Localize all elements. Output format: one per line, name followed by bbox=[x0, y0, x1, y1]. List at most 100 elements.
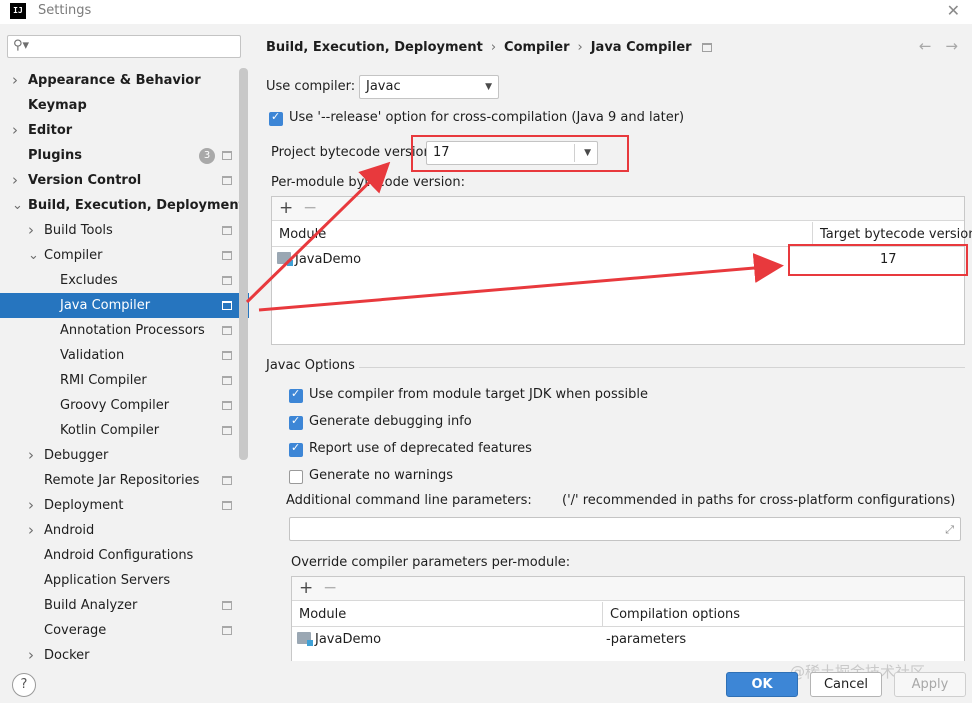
sidebar-item[interactable]: Android Configurations bbox=[0, 543, 249, 568]
close-icon[interactable]: ✕ bbox=[947, 1, 960, 20]
column-header-options[interactable]: Compilation options bbox=[602, 602, 964, 627]
breadcrumb: Build, Execution, Deployment › Compiler › Ja… bbox=[266, 40, 712, 55]
table-toolbar: + − bbox=[272, 197, 964, 221]
sidebar-item-label: Keymap bbox=[28, 98, 87, 113]
remove-icon[interactable]: − bbox=[323, 577, 337, 599]
javac-option-checkbox[interactable] bbox=[289, 470, 303, 484]
project-scope-icon bbox=[222, 326, 232, 335]
override-label: Override compiler parameters per-module: bbox=[291, 555, 571, 570]
sidebar-item[interactable]: › Editor bbox=[0, 118, 249, 143]
sidebar-item[interactable]: Build Analyzer bbox=[0, 593, 249, 618]
release-option-label: Use '--release' option for cross-compila… bbox=[289, 110, 685, 125]
sidebar-item-label: Android Configurations bbox=[44, 548, 194, 563]
settings-tree: › Appearance & Behavior Keymap › Editor Plugi… bbox=[0, 68, 249, 668]
javac-option-checkbox[interactable] bbox=[289, 441, 303, 457]
chevron-down-icon[interactable]: ⌄ bbox=[28, 243, 39, 268]
dialog-buttons-bar: ? @稀土掘金技术社区 OK Cancel Apply bbox=[0, 661, 972, 703]
sidebar-item[interactable]: › Debugger bbox=[0, 443, 249, 468]
javac-options-title: Javac Options bbox=[266, 358, 355, 373]
sidebar-item-label: Java Compiler bbox=[60, 298, 151, 313]
sidebar-item[interactable]: Plugins 3 bbox=[0, 143, 249, 168]
additional-params-input[interactable]: ⤢ bbox=[289, 517, 961, 541]
sidebar-item[interactable]: Kotlin Compiler bbox=[0, 418, 249, 443]
sidebar-item[interactable]: Application Servers bbox=[0, 568, 249, 593]
sidebar-item[interactable]: › Appearance & Behavior bbox=[0, 68, 249, 93]
column-header-module[interactable]: Module bbox=[292, 602, 602, 627]
table-toolbar: + − bbox=[292, 577, 964, 601]
project-scope-icon bbox=[222, 276, 232, 285]
chevron-right-icon[interactable]: › bbox=[12, 68, 18, 93]
search-input[interactable]: ⚲▾ bbox=[7, 35, 241, 58]
section-divider bbox=[359, 367, 965, 368]
chevron-right-icon[interactable]: › bbox=[28, 443, 34, 468]
module-name: JavaDemo bbox=[295, 252, 362, 267]
sidebar-item-label: Groovy Compiler bbox=[60, 398, 170, 413]
sidebar-item-label: Build, Execution, Deployment bbox=[28, 198, 245, 213]
chevron-down-icon[interactable]: ⌄ bbox=[12, 193, 23, 218]
chevron-right-icon[interactable]: › bbox=[28, 493, 34, 518]
ok-button[interactable]: OK bbox=[726, 672, 798, 697]
sidebar-item-label: Kotlin Compiler bbox=[60, 423, 160, 438]
cancel-button[interactable]: Cancel bbox=[810, 672, 882, 697]
settings-sidebar: ⚲▾ › Appearance & Behavior Keymap › Editor Pl… bbox=[0, 24, 249, 664]
project-scope-icon bbox=[222, 501, 232, 510]
sidebar-item[interactable]: RMI Compiler bbox=[0, 368, 249, 393]
project-scope-icon bbox=[222, 351, 232, 360]
release-option-checkbox[interactable] bbox=[269, 110, 283, 126]
add-icon[interactable]: + bbox=[279, 197, 293, 219]
help-button[interactable]: ? bbox=[12, 673, 36, 697]
sidebar-item-label: Validation bbox=[60, 348, 125, 363]
apply-button[interactable]: Apply bbox=[894, 672, 966, 697]
remove-icon[interactable]: − bbox=[303, 197, 317, 219]
sidebar-item[interactable]: › Build Tools bbox=[0, 218, 249, 243]
project-scope-icon bbox=[222, 251, 232, 260]
breadcrumb-separator-icon: › bbox=[490, 40, 497, 55]
expand-icon[interactable]: ⤢ bbox=[945, 523, 954, 537]
sidebar-item[interactable]: Excludes bbox=[0, 268, 249, 293]
sidebar-item-label: Build Analyzer bbox=[44, 598, 138, 613]
sidebar-item[interactable]: ⌄ Compiler bbox=[0, 243, 249, 268]
back-arrow-icon[interactable]: ← bbox=[919, 37, 932, 55]
sidebar-item-label: Deployment bbox=[44, 498, 124, 513]
breadcrumb-item[interactable]: Build, Execution, Deployment bbox=[266, 40, 483, 55]
update-count-badge: 3 bbox=[199, 148, 215, 164]
table-row-module[interactable]: JavaDemo bbox=[277, 249, 361, 271]
sidebar-item-label: Application Servers bbox=[44, 573, 171, 588]
sidebar-item-label: Build Tools bbox=[44, 223, 113, 238]
chevron-right-icon[interactable]: › bbox=[12, 118, 18, 143]
sidebar-item[interactable]: Keymap bbox=[0, 93, 249, 118]
breadcrumb-item: Java Compiler bbox=[590, 40, 692, 55]
sidebar-item[interactable]: Java Compiler bbox=[0, 293, 249, 318]
javac-option-checkbox[interactable] bbox=[289, 387, 303, 403]
chevron-right-icon[interactable]: › bbox=[28, 518, 34, 543]
project-scope-icon bbox=[701, 43, 712, 52]
project-scope-icon bbox=[222, 376, 232, 385]
column-header-module[interactable]: Module bbox=[272, 222, 812, 247]
sidebar-item[interactable]: Annotation Processors bbox=[0, 318, 249, 343]
history-nav: ← → bbox=[905, 37, 958, 55]
sidebar-item[interactable]: Groovy Compiler bbox=[0, 393, 249, 418]
chevron-right-icon[interactable]: › bbox=[28, 218, 34, 243]
table-row-options[interactable]: -parameters bbox=[606, 629, 686, 651]
breadcrumb-item[interactable]: Compiler bbox=[504, 40, 569, 55]
sidebar-item-label: Appearance & Behavior bbox=[28, 73, 201, 88]
use-compiler-select[interactable]: Javac ▼ bbox=[359, 75, 499, 99]
forward-arrow-icon[interactable]: → bbox=[945, 37, 958, 55]
sidebar-item[interactable]: Remote Jar Repositories bbox=[0, 468, 249, 493]
chevron-right-icon[interactable]: › bbox=[12, 168, 18, 193]
sidebar-item[interactable]: Coverage bbox=[0, 618, 249, 643]
sidebar-item[interactable]: › Deployment bbox=[0, 493, 249, 518]
window-title: Settings bbox=[38, 3, 92, 18]
table-row-module[interactable]: JavaDemo bbox=[297, 629, 381, 651]
sidebar-scrollbar[interactable] bbox=[239, 68, 248, 460]
sidebar-item[interactable]: ⌄ Build, Execution, Deployment bbox=[0, 193, 249, 218]
sidebar-item[interactable]: › Version Control bbox=[0, 168, 249, 193]
sidebar-item[interactable]: Validation bbox=[0, 343, 249, 368]
add-icon[interactable]: + bbox=[299, 577, 313, 599]
sidebar-item[interactable]: › Android bbox=[0, 518, 249, 543]
module-name: JavaDemo bbox=[315, 632, 382, 647]
sidebar-item-label: Editor bbox=[28, 123, 73, 138]
javac-option-checkbox[interactable] bbox=[289, 414, 303, 430]
sidebar-item-label: Coverage bbox=[44, 623, 107, 638]
sidebar-item-label: RMI Compiler bbox=[60, 373, 147, 388]
